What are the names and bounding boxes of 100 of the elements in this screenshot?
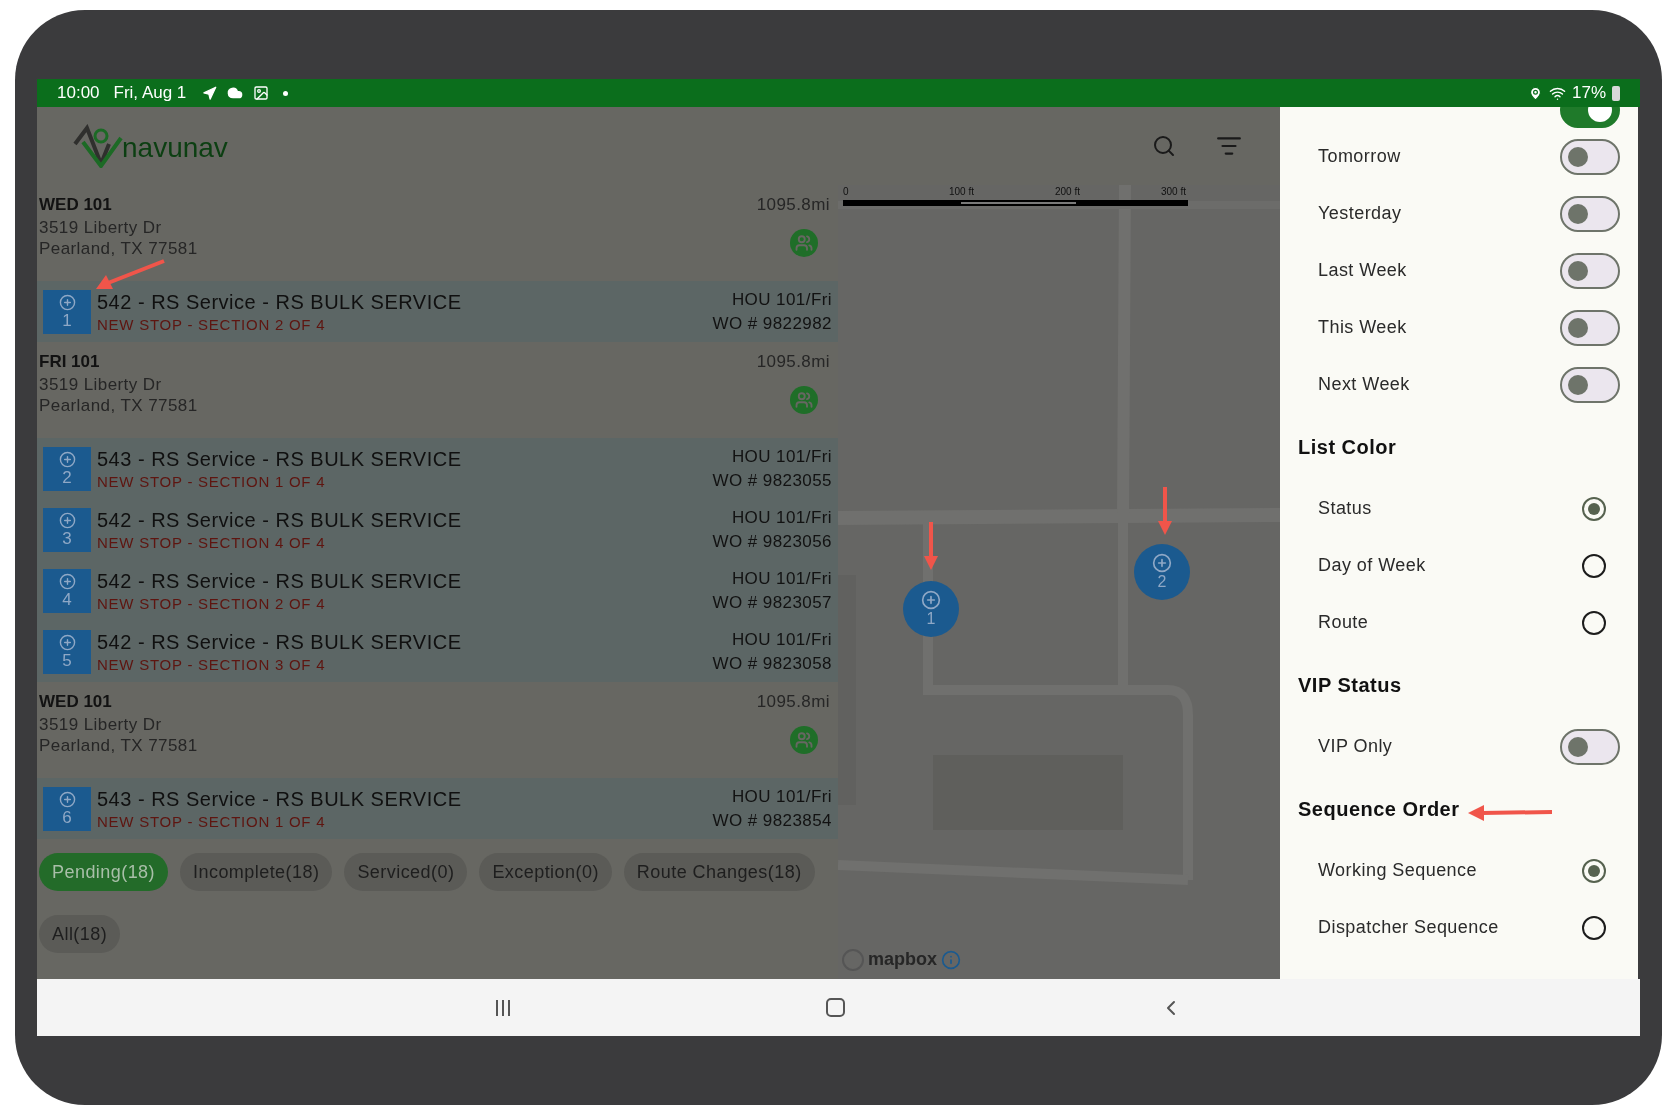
- stop-status: NEW STOP - SECTION 2 OF 4: [97, 593, 327, 614]
- filter-chip[interactable]: Serviced(0): [344, 853, 468, 891]
- navigation-icon: [202, 85, 218, 101]
- distance-text: 1095.8mi: [756, 351, 830, 373]
- group-icon: [790, 386, 818, 414]
- address-line: Pearland, TX 77581: [39, 238, 198, 259]
- address-line: 3519 Liberty Dr: [39, 374, 163, 395]
- filter-chip[interactable]: All(18): [39, 915, 121, 953]
- stop-number-badge: 2: [43, 446, 91, 491]
- plus-icon: [921, 590, 941, 610]
- stop-row[interactable]: 1 542 - RS Service - RS BULK SERVICE NEW STOP - SECTION 2 OF 4 HOU 101/Fri WO # 9822982: [37, 281, 838, 342]
- stop-row[interactable]: 5 542 - RS Service - RS BULK SERVICE NEW STOP - SECTION 3 OF 4 HOU 101/Fri WO # 9823058: [37, 621, 838, 682]
- logo-text: navunav: [122, 131, 228, 165]
- filter-chip[interactable]: Incomplete(18): [180, 853, 333, 891]
- search-icon[interactable]: [1152, 134, 1176, 158]
- filter-chip[interactable]: Pending(18): [39, 853, 169, 891]
- option-label: Next Week: [1318, 373, 1410, 396]
- toggle-switch[interactable]: [1560, 309, 1620, 346]
- address-line: Pearland, TX 77581: [39, 395, 198, 416]
- option-label: Route: [1318, 611, 1369, 634]
- stop-number-badge: 5: [43, 629, 91, 674]
- stop-number-badge: 6: [43, 786, 91, 831]
- stop-title: 542 - RS Service - RS BULK SERVICE: [97, 289, 462, 315]
- clock-text: 10:00: [57, 82, 100, 105]
- recent-apps-icon[interactable]: [494, 998, 512, 1017]
- option-label: Day of Week: [1318, 554, 1426, 577]
- stop-title: 542 - RS Service - RS BULK SERVICE: [97, 507, 462, 533]
- scale-label: 0: [843, 185, 849, 199]
- distance-text: 1095.8mi: [756, 194, 830, 216]
- stop-row[interactable]: 2 543 - RS Service - RS BULK SERVICE NEW STOP - SECTION 1 OF 4 HOU 101/Fri WO # 9823055: [37, 438, 838, 499]
- route-text: HOU 101/Fri: [731, 506, 832, 529]
- distance-text: 1095.8mi: [756, 691, 830, 713]
- plus-icon: [58, 790, 76, 808]
- stop-number-badge: 1: [43, 289, 91, 334]
- scale-label: 300 ft: [1161, 185, 1187, 199]
- toggle-switch[interactable]: [1560, 138, 1620, 175]
- plus-icon: [58, 633, 76, 651]
- address-line: 3519 Liberty Dr: [39, 714, 163, 735]
- stop-status: NEW STOP - SECTION 2 OF 4: [97, 314, 327, 335]
- plus-icon: [1152, 553, 1172, 573]
- home-icon[interactable]: [826, 998, 845, 1017]
- logo-icon: [73, 124, 125, 168]
- stop-status: NEW STOP - SECTION 4 OF 4: [97, 532, 327, 553]
- toggle-switch[interactable]: [1560, 195, 1620, 232]
- stop-number-badge: 3: [43, 507, 91, 552]
- stop-number-badge: 4: [43, 568, 91, 613]
- stop-title: 543 - RS Service - RS BULK SERVICE: [97, 446, 462, 472]
- toggle-switch[interactable]: [1560, 252, 1620, 289]
- annotation-arrow: [1157, 487, 1173, 537]
- attribution-text: mapbox: [868, 948, 937, 971]
- option-label: Working Sequence: [1318, 859, 1477, 882]
- scale-label: 200 ft: [1055, 185, 1081, 199]
- radio-button[interactable]: [1582, 858, 1606, 883]
- route-text: HOU 101/Fri: [731, 288, 832, 311]
- group-icon: [790, 726, 818, 754]
- toggle-switch[interactable]: [1560, 728, 1620, 765]
- stop-title: 542 - RS Service - RS BULK SERVICE: [97, 629, 462, 655]
- option-label: Yesterday: [1318, 202, 1402, 225]
- stop-title: 543 - RS Service - RS BULK SERVICE: [97, 786, 462, 812]
- option-label: Tomorrow: [1318, 145, 1401, 168]
- plus-icon: [58, 572, 76, 590]
- stop-status: NEW STOP - SECTION 1 OF 4: [97, 471, 327, 492]
- work-order-text: WO # 9823854: [712, 809, 832, 832]
- option-label: Last Week: [1318, 259, 1407, 282]
- annotation-arrow: [94, 258, 166, 292]
- date-text: Fri, Aug 1: [113, 82, 187, 105]
- option-label: Dispatcher Sequence: [1318, 916, 1499, 939]
- work-order-text: WO # 9823057: [712, 591, 832, 614]
- radio-button[interactable]: [1582, 496, 1606, 521]
- plus-icon: [58, 450, 76, 468]
- group-title: FRI 101: [39, 351, 101, 373]
- radio-button[interactable]: [1582, 610, 1606, 635]
- stop-title: 542 - RS Service - RS BULK SERVICE: [97, 568, 462, 594]
- route-text: HOU 101/Fri: [731, 628, 832, 651]
- toggle-switch[interactable]: [1560, 366, 1620, 403]
- group-title: WED 101: [39, 691, 113, 713]
- stop-row[interactable]: 6 543 - RS Service - RS BULK SERVICE NEW STOP - SECTION 1 OF 4 HOU 101/Fri WO # 9823854: [37, 778, 838, 839]
- plus-icon: [58, 511, 76, 529]
- work-order-text: WO # 9823055: [712, 469, 832, 492]
- stop-row[interactable]: 4 542 - RS Service - RS BULK SERVICE NEW STOP - SECTION 2 OF 4 HOU 101/Fri WO # 9823057: [37, 560, 838, 621]
- scale-label: 100 ft: [949, 185, 975, 199]
- route-text: HOU 101/Fri: [731, 445, 832, 468]
- stop-row[interactable]: 3 542 - RS Service - RS BULK SERVICE NEW STOP - SECTION 4 OF 4 HOU 101/Fri WO # 9823056: [37, 499, 838, 560]
- filter-chip[interactable]: Route Changes(18): [623, 853, 815, 891]
- filter-chip[interactable]: Exception(0): [479, 853, 612, 891]
- image-icon: [253, 85, 270, 101]
- section-heading: List Color: [1298, 434, 1397, 460]
- stop-status: NEW STOP - SECTION 3 OF 4: [97, 654, 327, 675]
- work-order-text: WO # 9822982: [712, 312, 832, 335]
- battery-icon: [1612, 85, 1620, 101]
- stop-status: NEW STOP - SECTION 1 OF 4: [97, 811, 327, 832]
- option-label: Status: [1318, 497, 1372, 520]
- section-heading: VIP Status: [1298, 672, 1402, 698]
- group-title: WED 101: [39, 194, 113, 216]
- address-line: 3519 Liberty Dr: [39, 217, 163, 238]
- radio-button[interactable]: [1582, 553, 1606, 578]
- route-text: HOU 101/Fri: [731, 567, 832, 590]
- section-heading: Sequence Order: [1298, 796, 1460, 822]
- radio-button[interactable]: [1582, 915, 1606, 940]
- address-line: Pearland, TX 77581: [39, 735, 198, 756]
